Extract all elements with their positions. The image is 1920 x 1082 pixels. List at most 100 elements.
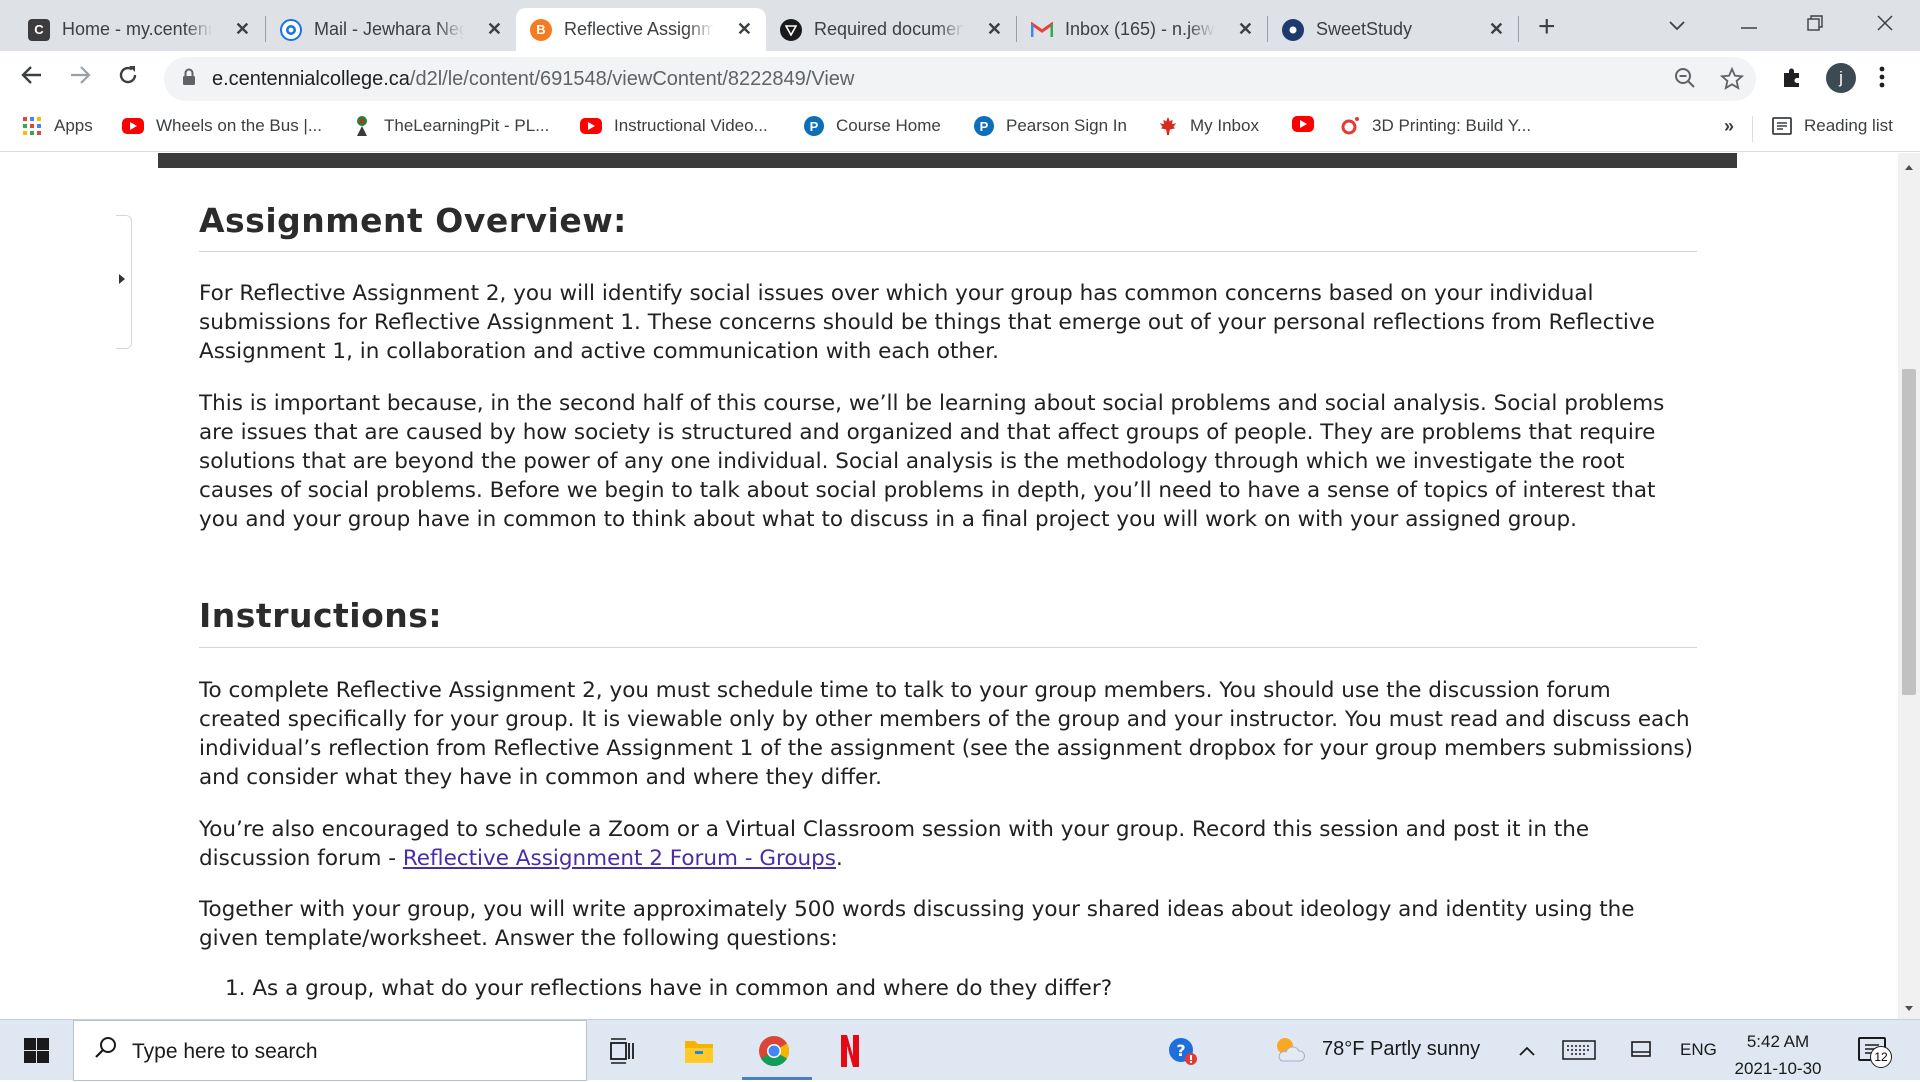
bookmarks-overflow-button[interactable]: » [1724,116,1734,137]
svg-text:?: ? [1176,1041,1185,1060]
zoom-icon[interactable] [1674,67,1696,95]
bookmark-pearson-sign-in[interactable]: P Pearson Sign In [974,116,1127,136]
url-path: /d2l/le/content/691548/viewContent/82228… [409,68,855,90]
chrome-icon[interactable] [757,1034,791,1068]
bookmark-3d-printing[interactable]: 3D Printing: Build Y... [1340,116,1531,136]
pearson-icon: P [974,116,994,136]
clock-time: 5:42 AM [1746,1032,1810,1051]
bookmark-label: Wheels on the Bus |... [156,116,322,135]
tab-gmail-inbox[interactable]: Inbox (165) - n.jewhara ✕ [1017,8,1267,51]
windows-taskbar: Type here to search ? 78°F Partly sunny … [0,1019,1920,1082]
taskbar-clock[interactable]: 5:42 AM 2021-10-30 [1730,1028,1826,1082]
language-indicator[interactable]: ENG [1680,1040,1717,1060]
close-tab-icon[interactable]: ✕ [1489,19,1504,40]
close-tab-icon[interactable]: ✕ [487,19,502,40]
bookmark-wheels-on-the-bus[interactable]: Wheels on the Bus |... [122,116,322,136]
tab-title: Mail - Jewhara Negash - Outlook [314,19,464,39]
close-window-icon[interactable] [1876,12,1894,38]
search-icon [94,1035,118,1066]
tab-title: Inbox (165) - n.jewhara [1065,19,1215,39]
heading-divider [199,647,1697,648]
minimize-icon[interactable] [1740,14,1758,40]
tab-reflective-assignment[interactable]: B Reflective Assignment 2 ✕ [516,8,766,51]
close-tab-icon[interactable]: ✕ [235,19,250,40]
bookmark-label: Apps [54,116,93,135]
tab-sweetstudy[interactable]: SweetStudy ✕ [1268,8,1518,51]
bookmark-label: Pearson Sign In [1006,116,1127,135]
tab-search-chevron-icon[interactable] [1668,12,1686,38]
sweetstudy-icon [1282,18,1304,41]
windows-start-icon[interactable] [24,1038,49,1063]
questions-list: 1. As a group, what do your reflections … [199,974,1699,1003]
bookmark-label: Course Home [836,116,941,135]
taskbar-search-box[interactable]: Type here to search [73,1020,587,1081]
url-text[interactable]: e.centennialcollege.ca/d2l/le/content/69… [212,68,854,91]
bookmark-course-home[interactable]: P Course Home [804,116,941,136]
page-content: Assignment Overview: For Reflective Assi… [0,153,1898,1019]
weather-sun-cloud-icon[interactable] [1272,1034,1306,1070]
bookmark-learningpit[interactable]: TheLearningPit - PL... [352,116,549,136]
close-tab-icon[interactable]: ✕ [987,19,1002,40]
notification-center-icon[interactable]: 12 [1858,1037,1892,1068]
new-tab-button[interactable]: + [1538,10,1556,44]
bookmark-label: My Inbox [1190,116,1259,135]
touch-keyboard-icon[interactable] [1562,1040,1596,1066]
overview-paragraph: For Reflective Assignment 2, you will id… [199,281,1655,364]
network-display-icon[interactable] [1630,1039,1652,1067]
tab-mail-outlook[interactable]: Mail - Jewhara Negash - Outlook ✕ [266,8,516,51]
netflix-icon[interactable] [833,1034,867,1068]
lock-icon[interactable] [182,68,196,86]
task-view-icon[interactable] [606,1034,640,1068]
pearson-icon: P [804,116,824,136]
reading-list-icon [1772,116,1792,136]
bookmark-instructional-video[interactable]: Instructional Video... [580,116,768,136]
reload-icon[interactable] [116,63,140,94]
bookmark-my-inbox[interactable]: My Inbox [1158,116,1259,136]
scroll-up-arrow-icon[interactable] [1905,165,1913,170]
more-menu-icon[interactable] [1878,65,1886,96]
youtube-icon [122,118,144,134]
help-alert-icon[interactable]: ? [1166,1034,1200,1068]
tab-title: SweetStudy [1316,19,1413,39]
tab-strip: C Home - my.centennialcollege.ca ✕ Mail … [0,0,1920,51]
bookmark-youtube[interactable] [1292,116,1326,132]
o-icon [1340,116,1360,136]
gmail-icon [1031,19,1053,41]
close-tab-icon[interactable]: ✕ [1238,19,1253,40]
d2l-icon: B [530,18,552,41]
weather-text[interactable]: 78°F Partly sunny [1322,1038,1480,1061]
shield-icon [780,18,802,41]
restore-icon[interactable] [1806,12,1824,38]
forum-link[interactable]: Reflective Assignment 2 Forum - Groups [403,846,836,871]
scrollbar-thumb[interactable] [1902,369,1916,695]
centennial-c-icon: C [28,18,50,41]
list-item: 1. As a group, what do your reflections … [225,976,1113,1001]
show-hidden-icons-chevron-icon[interactable] [1518,1040,1536,1063]
close-tab-icon[interactable]: ✕ [737,19,752,40]
back-arrow-icon[interactable] [20,63,44,94]
instructions-paragraph: You’re also encouraged to schedule a Zoo… [199,815,1699,873]
browser-toolbar: e.centennialcollege.ca/d2l/le/content/69… [0,51,1920,106]
bookmark-apps[interactable]: Apps [22,116,93,136]
instructions-paragraph: To complete Reflective Assignment 2, you… [199,678,1694,790]
forward-arrow-icon[interactable] [68,63,92,94]
address-bar[interactable]: e.centennialcollege.ca/d2l/le/content/69… [164,57,1756,101]
clock-date: 2021-10-30 [1734,1059,1822,1078]
tab-required-documents[interactable]: Required documents ✕ [766,8,1016,51]
youtube-icon [1292,116,1314,132]
bookmark-star-icon[interactable] [1719,66,1745,97]
extensions-puzzle-icon[interactable] [1780,65,1804,96]
youtube-icon [580,118,602,134]
page-scrollbar[interactable] [1898,153,1920,1019]
toc-expand-tab[interactable] [116,215,132,349]
file-explorer-icon[interactable] [682,1034,716,1068]
reading-list-button[interactable]: Reading list [1772,116,1893,136]
scroll-down-arrow-icon[interactable] [1905,1006,1913,1011]
overview-heading: Assignment Overview: [199,201,627,240]
url-host: e.centennialcollege.ca [212,68,410,90]
instructions-heading: Instructions: [199,596,443,635]
heading-divider [199,251,1697,252]
profile-avatar[interactable]: j [1826,63,1856,93]
tab-home-centennial[interactable]: C Home - my.centennialcollege.ca ✕ [14,8,264,51]
outlook-icon [280,18,302,41]
